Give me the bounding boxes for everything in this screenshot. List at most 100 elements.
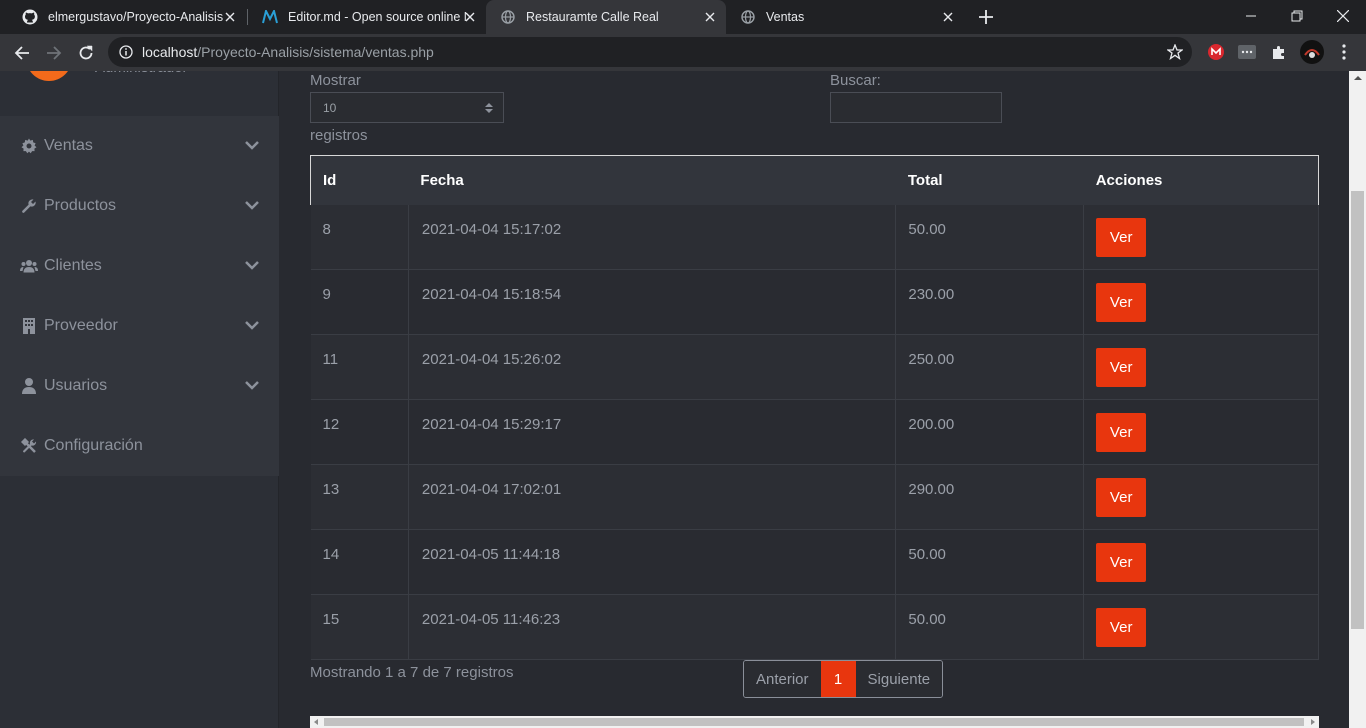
- cell-fecha: 2021-04-04 15:29:17: [408, 399, 897, 465]
- sidebar-item-proveedor[interactable]: Proveedor: [0, 296, 279, 356]
- close-window-icon[interactable]: [1320, 0, 1366, 32]
- close-tab-icon[interactable]: [702, 9, 718, 25]
- sidebar-item-label: Proveedor: [44, 317, 118, 334]
- scroll-right-arrow-icon[interactable]: [1311, 719, 1315, 725]
- tab-ventas[interactable]: Ventas: [726, 0, 964, 34]
- forward-arrow-icon[interactable]: [41, 40, 67, 66]
- cell-total: 50.00: [895, 594, 1085, 660]
- cell-acciones: Ver: [1083, 594, 1319, 660]
- ver-button[interactable]: Ver: [1096, 217, 1147, 257]
- close-tab-icon[interactable]: [940, 9, 956, 25]
- cell-fecha: 2021-04-04 17:02:01: [408, 464, 897, 530]
- password-extension-icon[interactable]: [1237, 42, 1257, 62]
- vertical-scroll-thumb[interactable]: [1351, 191, 1364, 629]
- mega-extension-icon[interactable]: [1206, 42, 1226, 62]
- cell-fecha: 2021-04-04 15:18:54: [408, 269, 897, 335]
- browser-tab-strip: elmergustavo/Proyecto-Analisis Editor.md…: [0, 0, 1366, 34]
- user-icon: [20, 377, 38, 395]
- building-icon: [20, 317, 38, 335]
- sidebar-item-productos[interactable]: Productos: [0, 176, 279, 236]
- profile-avatar-icon[interactable]: [1300, 40, 1324, 64]
- pagination-page-1[interactable]: 1: [820, 661, 856, 697]
- restore-window-icon[interactable]: [1274, 0, 1320, 32]
- entries-per-page-select[interactable]: 10: [310, 92, 504, 123]
- sales-table: Id Fecha Total Acciones 8 2021-04-04 15:…: [310, 155, 1319, 660]
- table-row: 8 2021-04-04 15:17:02 50.00 Ver: [310, 204, 1319, 270]
- cell-acciones: Ver: [1083, 529, 1319, 595]
- user-role: Administrador: [95, 71, 188, 76]
- tab-github[interactable]: elmergustavo/Proyecto-Analisis: [8, 0, 246, 34]
- new-tab-button[interactable]: [976, 7, 996, 27]
- horizontal-scrollbar[interactable]: [310, 716, 1319, 728]
- table-row: 15 2021-04-05 11:46:23 50.00 Ver: [310, 594, 1319, 660]
- cell-total: 290.00: [895, 464, 1085, 530]
- scroll-up-arrow-icon[interactable]: [1354, 76, 1362, 80]
- column-header-id[interactable]: Id: [310, 155, 409, 205]
- reload-icon[interactable]: [73, 40, 99, 66]
- sidebar-menu: Ventas Productos Clientes Proveedor Usua…: [0, 116, 279, 476]
- sidebar-item-label: Clientes: [44, 257, 102, 274]
- column-header-fecha[interactable]: Fecha: [408, 155, 896, 205]
- sidebar-item-usuarios[interactable]: Usuarios: [0, 356, 279, 416]
- search-input[interactable]: [830, 92, 1002, 123]
- sidebar-item-configuracion[interactable]: Configuración: [0, 416, 279, 476]
- ver-button[interactable]: Ver: [1096, 543, 1147, 582]
- sidebar-item-ventas[interactable]: Ventas: [0, 116, 279, 176]
- puzzle-extensions-icon[interactable]: [1269, 42, 1289, 62]
- cell-fecha: 2021-04-05 11:44:18: [408, 529, 897, 595]
- chevron-down-icon: [245, 258, 259, 272]
- pagination-previous[interactable]: Anterior: [744, 661, 821, 697]
- cell-id: 15: [310, 594, 409, 660]
- table-row: 12 2021-04-04 15:29:17 200.00 Ver: [310, 399, 1319, 465]
- markdown-editor-icon: [262, 9, 278, 25]
- cell-id: 11: [310, 334, 409, 400]
- table-row: 11 2021-04-04 15:26:02 250.00 Ver: [310, 334, 1319, 400]
- tab-restaurante[interactable]: Restauramte Calle Real: [486, 0, 726, 34]
- globe-icon: [740, 9, 756, 25]
- back-arrow-icon[interactable]: [9, 40, 35, 66]
- table-info: Mostrando 1 a 7 de 7 registros: [310, 664, 514, 681]
- close-tab-icon[interactable]: [222, 9, 238, 25]
- scroll-left-arrow-icon[interactable]: [314, 719, 318, 725]
- length-label: Mostrar: [310, 72, 361, 89]
- cell-total: 50.00: [895, 204, 1085, 270]
- ver-button[interactable]: Ver: [1096, 413, 1147, 452]
- bookmark-star-icon[interactable]: [1166, 43, 1184, 61]
- ver-button[interactable]: Ver: [1096, 478, 1147, 517]
- address-bar[interactable]: localhost/Proyecto-Analisis/sistema/vent…: [108, 37, 1192, 67]
- cell-total: 250.00: [895, 334, 1085, 400]
- info-icon[interactable]: [118, 44, 134, 60]
- table-row: 9 2021-04-04 15:18:54 230.00 Ver: [310, 269, 1319, 335]
- sidebar: Administrador Ventas Productos: [0, 71, 279, 728]
- tab-title: Ventas: [766, 10, 805, 24]
- horizontal-scroll-thumb[interactable]: [324, 718, 1304, 726]
- cell-acciones: Ver: [1083, 269, 1319, 335]
- chevron-down-icon: [245, 198, 259, 212]
- url-path: /Proyecto-Analisis/sistema/ventas.php: [197, 44, 434, 60]
- ver-button[interactable]: Ver: [1096, 348, 1147, 387]
- chevron-down-icon: [245, 318, 259, 332]
- length-suffix: registros: [310, 127, 368, 144]
- cell-id: 12: [310, 399, 409, 465]
- cell-acciones: Ver: [1083, 204, 1319, 270]
- avatar: [26, 71, 72, 81]
- user-panel: Administrador: [0, 71, 279, 116]
- sidebar-item-label: Usuarios: [44, 377, 108, 394]
- column-header-total[interactable]: Total: [895, 155, 1084, 205]
- minimize-window-icon[interactable]: [1228, 0, 1274, 32]
- tab-title: Restauramte Calle Real: [526, 10, 659, 24]
- url-text: localhost/Proyecto-Analisis/sistema/vent…: [142, 44, 434, 60]
- ver-button[interactable]: Ver: [1096, 608, 1147, 647]
- close-tab-icon[interactable]: [462, 9, 478, 25]
- select-arrows-icon: [485, 102, 493, 114]
- pagination-next[interactable]: Siguiente: [855, 661, 943, 697]
- browser-menu-icon[interactable]: [1334, 42, 1354, 62]
- ver-button[interactable]: Ver: [1096, 283, 1147, 322]
- sidebar-item-clientes[interactable]: Clientes: [0, 236, 279, 296]
- tab-editor-md[interactable]: Editor.md - Open source online M: [248, 0, 486, 34]
- vertical-scrollbar[interactable]: [1349, 71, 1366, 728]
- chevron-down-icon: [245, 138, 259, 152]
- pagination: Anterior 1 Siguiente: [743, 660, 944, 698]
- chevron-down-icon: [245, 378, 259, 392]
- column-header-acciones: Acciones: [1083, 155, 1319, 205]
